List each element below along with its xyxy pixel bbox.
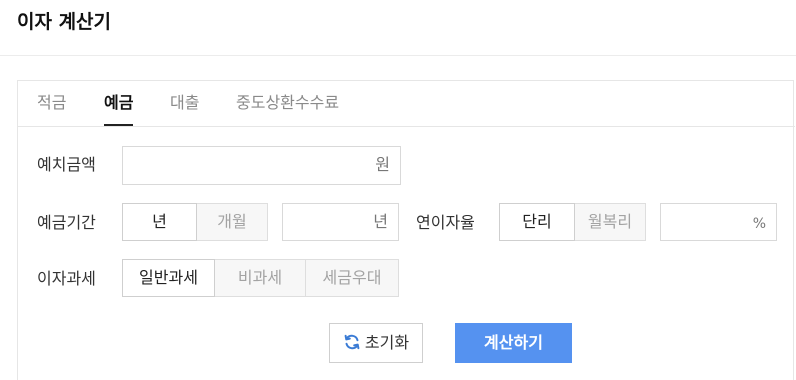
deposit-period-input[interactable]: 년 [282, 203, 399, 241]
refresh-icon [344, 334, 360, 350]
tab-bar: 적금 예금 대출 중도상환수수료 [18, 81, 795, 127]
tab-loan[interactable]: 대출 [170, 92, 199, 114]
tax-preferred-option[interactable]: 세금우대 [305, 259, 399, 297]
annual-rate-unit: % [752, 216, 766, 232]
deposit-period-unit: 년 [373, 212, 388, 231]
simple-interest-option[interactable]: 단리 [499, 203, 575, 241]
annual-rate-label: 연이자율 [416, 213, 475, 232]
tab-installment-savings[interactable]: 적금 [37, 92, 66, 114]
deposit-period-label: 예금기간 [37, 213, 96, 232]
monthly-compound-option[interactable]: 월복리 [574, 203, 646, 241]
tab-prepayment-fee[interactable]: 중도상환수수료 [236, 92, 339, 114]
deposit-amount-unit: 원 [375, 155, 390, 174]
period-unit-year-option[interactable]: 년 [122, 203, 197, 241]
calculate-button[interactable]: 계산하기 [455, 323, 572, 363]
general-tax-option[interactable]: 일반과세 [122, 259, 215, 297]
tax-free-option[interactable]: 비과세 [214, 259, 306, 297]
page-title: 이자 계산기 [17, 11, 112, 33]
reset-button[interactable]: 초기화 [329, 323, 423, 363]
deposit-amount-label: 예치금액 [37, 155, 96, 174]
period-unit-month-option[interactable]: 개월 [196, 203, 268, 241]
tab-deposit[interactable]: 예금 [104, 92, 134, 126]
title-divider [0, 55, 796, 56]
interest-tax-label: 이자과세 [37, 269, 96, 288]
calculator-panel: 적금 예금 대출 중도상환수수료 예치금액 원 예금기간 년 개월 년 연이자율… [17, 80, 795, 380]
annual-rate-input[interactable]: % [660, 203, 777, 241]
reset-button-label: 초기화 [364, 333, 410, 352]
deposit-amount-input[interactable]: 원 [122, 146, 401, 185]
